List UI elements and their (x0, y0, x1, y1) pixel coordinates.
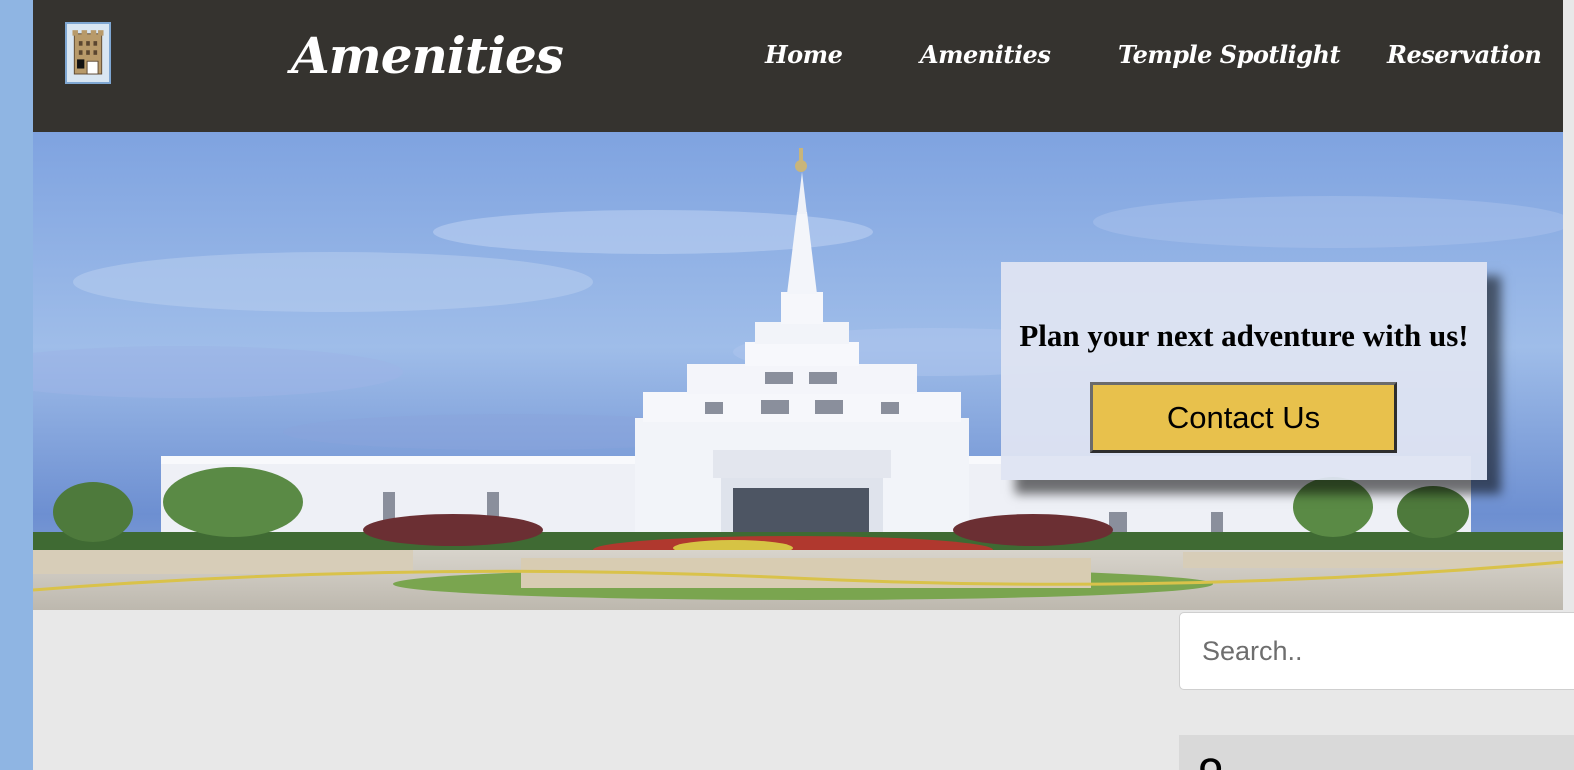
nav-home[interactable]: Home (765, 40, 843, 70)
contact-us-button[interactable]: Contact Us (1090, 382, 1397, 453)
hero-banner: Plan your next adventure with us! Contac… (33, 132, 1563, 610)
nav-amenities[interactable]: Amenities (920, 40, 1051, 70)
sidebar-widget: O (1179, 735, 1574, 770)
castle-tower-icon-svg (72, 30, 104, 75)
page: Amenities Home Amenities Temple Spotligh… (33, 0, 1574, 770)
search-input[interactable] (1179, 612, 1574, 690)
cta-heading: Plan your next adventure with us! (1019, 318, 1469, 353)
sidebar-widget-heading: O (1199, 753, 1223, 770)
nav-reservation[interactable]: Reservation (1387, 40, 1542, 70)
castle-tower-icon[interactable] (65, 22, 111, 84)
site-title: Amenities (291, 26, 564, 85)
site-header: Amenities Home Amenities Temple Spotligh… (33, 0, 1563, 132)
cta-panel: Plan your next adventure with us! Contac… (1001, 262, 1487, 480)
nav-temple-spotlight[interactable]: Temple Spotlight (1118, 40, 1341, 70)
